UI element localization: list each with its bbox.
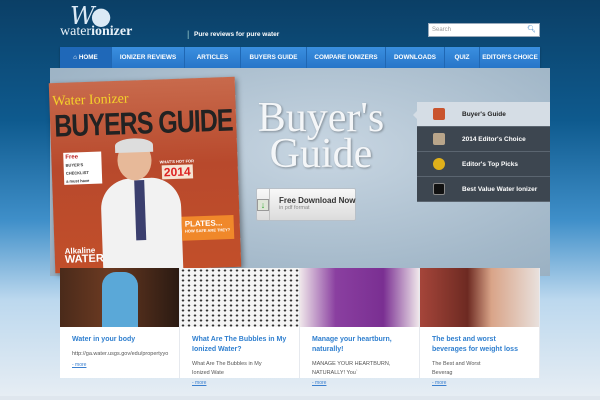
- nav-quiz[interactable]: QUIZ: [445, 47, 480, 68]
- more-link[interactable]: - more: [180, 377, 299, 386]
- article-title[interactable]: Manage your heartburn, naturally!: [300, 327, 419, 355]
- cover-checklist: Free BUYER'S CHECKLIST a must have: [63, 151, 103, 185]
- nav-compare-ionizers[interactable]: COMPARE IONIZERS: [307, 47, 386, 68]
- article-excerpt: The Best and Worst Beverag: [432, 361, 481, 376]
- more-link[interactable]: - more: [420, 377, 539, 386]
- cover-year: 2014: [161, 164, 193, 180]
- footer-bar: [0, 396, 600, 400]
- nav-label: HOME: [78, 54, 98, 61]
- more-link[interactable]: - more: [60, 359, 179, 368]
- ionizer-thumb-icon: [433, 133, 445, 145]
- free-download-button[interactable]: ↓ Free Download Now in pdf format: [256, 188, 356, 221]
- article-excerpt: What Are The Bubbles in My Ionized Wate: [192, 361, 262, 376]
- download-sub: in pdf format: [279, 205, 310, 211]
- slider-item-editors-choice[interactable]: 2014 Editor's Choice: [417, 127, 550, 152]
- article-card: Manage your heartburn, naturally! MANAGE…: [300, 268, 420, 386]
- cover-alkaline: Alkaline WATER: [64, 245, 105, 266]
- nav-home[interactable]: ⌂ HOME: [60, 47, 112, 68]
- article-card: The best and worst beverages for weight …: [420, 268, 540, 386]
- nav-buyers-guide[interactable]: BUYERS GUIDE: [241, 47, 307, 68]
- article-image[interactable]: [300, 268, 419, 327]
- article-image[interactable]: [180, 268, 299, 327]
- logo-text-light: water: [60, 24, 92, 39]
- article-card: Water in your body http://ga.water.usgs.…: [60, 268, 180, 378]
- article-title[interactable]: What Are The Bubbles in My Ionized Water…: [180, 327, 299, 355]
- more-link[interactable]: - more: [300, 377, 419, 386]
- nav-articles[interactable]: ARTICLES: [185, 47, 241, 68]
- slider-item-top-picks[interactable]: Editor's Top Picks: [417, 152, 550, 177]
- article-title[interactable]: The best and worst beverages for weight …: [420, 327, 539, 355]
- search-input[interactable]: Search 🔍︎: [428, 23, 540, 37]
- cover-plates: PLATES... HOW SAFE ARE THEY?: [181, 214, 235, 241]
- slider-menu: Buyer's Guide 2014 Editor's Choice Edito…: [413, 102, 550, 202]
- article-image[interactable]: [420, 268, 539, 327]
- search-icon[interactable]: 🔍︎: [527, 26, 536, 33]
- logo-separator: |: [187, 29, 190, 39]
- article-excerpt: MANAGE YOUR HEARTBURN, NATURALLY! You`: [312, 361, 391, 376]
- article-image[interactable]: [60, 268, 179, 327]
- logo-text: waterionizer: [60, 24, 132, 40]
- nav-downloads[interactable]: DOWNLOADS: [386, 47, 445, 68]
- ionizer-device-icon: [433, 183, 445, 195]
- slider-item-buyers-guide[interactable]: Buyer's Guide: [413, 102, 550, 127]
- article-card: What Are The Bubbles in My Ionized Water…: [180, 268, 300, 386]
- article-cards: Water in your body http://ga.water.usgs.…: [60, 268, 540, 386]
- download-label: Free Download Now: [279, 196, 356, 205]
- tagline: Pure reviews for pure water: [194, 31, 280, 38]
- main-nav: ⌂ HOME IONIZER REVIEWS ARTICLES BUYERS G…: [60, 47, 540, 68]
- slider-item-best-value[interactable]: Best Value Water Ionizer: [417, 177, 550, 202]
- medal-icon: [433, 158, 445, 170]
- buyers-guide-cover-image[interactable]: Water Ionizer BUYERS GUIDE Free BUYER'S C…: [48, 76, 242, 274]
- guide-thumb-icon: [433, 108, 445, 120]
- hero-title: Buyer's Guide: [257, 95, 385, 177]
- article-title[interactable]: Water in your body: [60, 327, 179, 345]
- nav-editors-choice[interactable]: EDITOR'S CHOICE: [480, 47, 540, 68]
- article-excerpt: http://ga.water.usgs.gov/edu/propertyyo: [72, 351, 169, 357]
- download-icon: ↓: [257, 198, 269, 211]
- nav-ionizer-reviews[interactable]: IONIZER REVIEWS: [112, 47, 185, 68]
- logo-text-bold: ionizer: [91, 24, 133, 39]
- search-placeholder: Search: [432, 27, 452, 33]
